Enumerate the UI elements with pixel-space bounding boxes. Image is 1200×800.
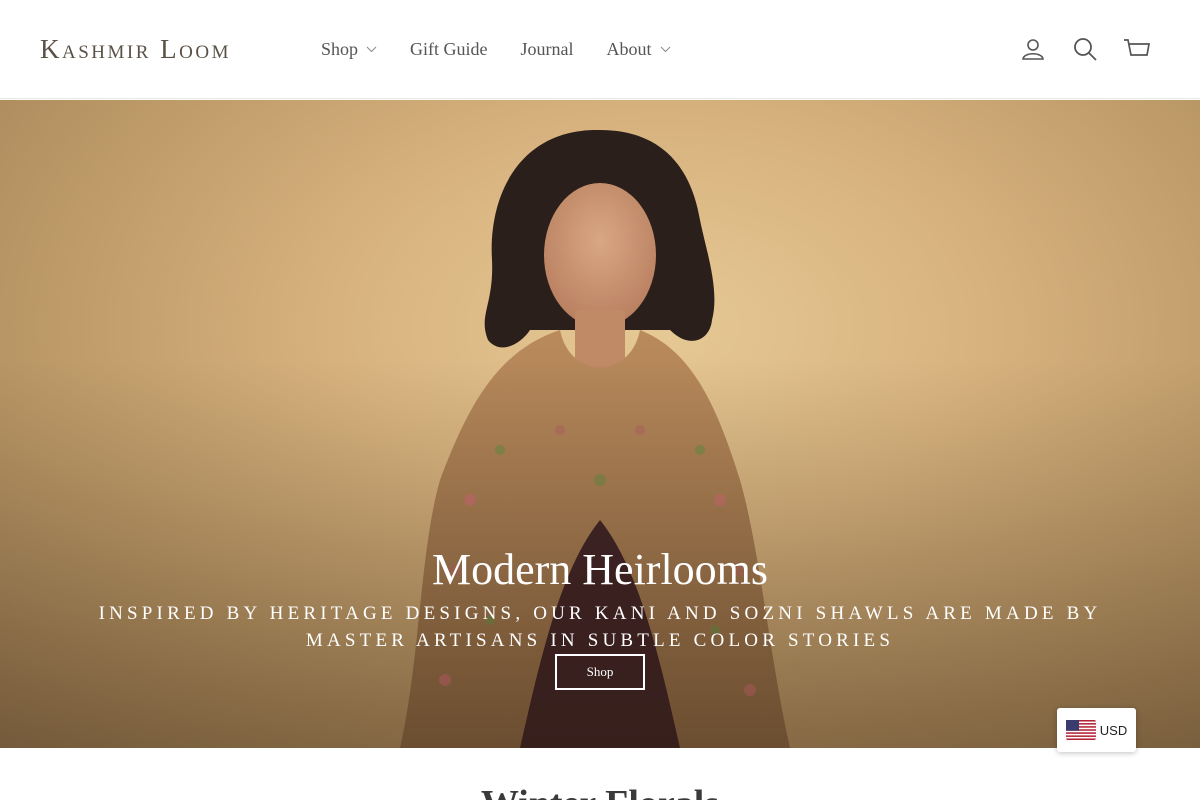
nav-shop[interactable]: Shop <box>321 39 377 60</box>
nav-journal-label: Journal <box>520 39 574 59</box>
header-icons <box>996 34 1152 64</box>
nav-journal[interactable]: Journal <box>521 39 574 60</box>
nav-gift-guide[interactable]: Gift Guide <box>410 39 487 60</box>
search-button[interactable] <box>1070 34 1100 64</box>
nav-shop-label: Shop <box>321 39 359 59</box>
cart-icon <box>1124 39 1151 56</box>
chevron-down-icon <box>366 46 377 53</box>
account-icon <box>1022 39 1044 60</box>
site-header: Kashmir Loom Shop Gift Guide Journal Abo… <box>0 0 1200 99</box>
hero-shop-button[interactable]: Shop <box>555 654 645 690</box>
chevron-down-icon <box>660 46 670 53</box>
currency-selector[interactable]: USD <box>1057 708 1136 752</box>
nav-gift-guide-label: Gift Guide <box>410 39 488 59</box>
nav-about-label: About <box>606 39 652 59</box>
main-nav: Shop Gift Guide Journal About <box>321 0 704 99</box>
nav-about[interactable]: About <box>607 39 671 60</box>
section-heading: Winter Florals <box>0 782 1200 800</box>
cart-button[interactable] <box>1122 34 1152 64</box>
hero-banner: Modern Heirlooms Inspired by heritage de… <box>0 100 1200 748</box>
logo[interactable]: Kashmir Loom <box>40 34 231 65</box>
hero-subtitle: Inspired by heritage designs, our Kani a… <box>98 603 1102 651</box>
hero-title: Modern Heirlooms <box>431 545 769 594</box>
account-button[interactable] <box>1018 34 1048 64</box>
us-flag-icon <box>1065 720 1096 740</box>
search-icon <box>1074 38 1097 61</box>
currency-code: USD <box>1099 722 1128 738</box>
